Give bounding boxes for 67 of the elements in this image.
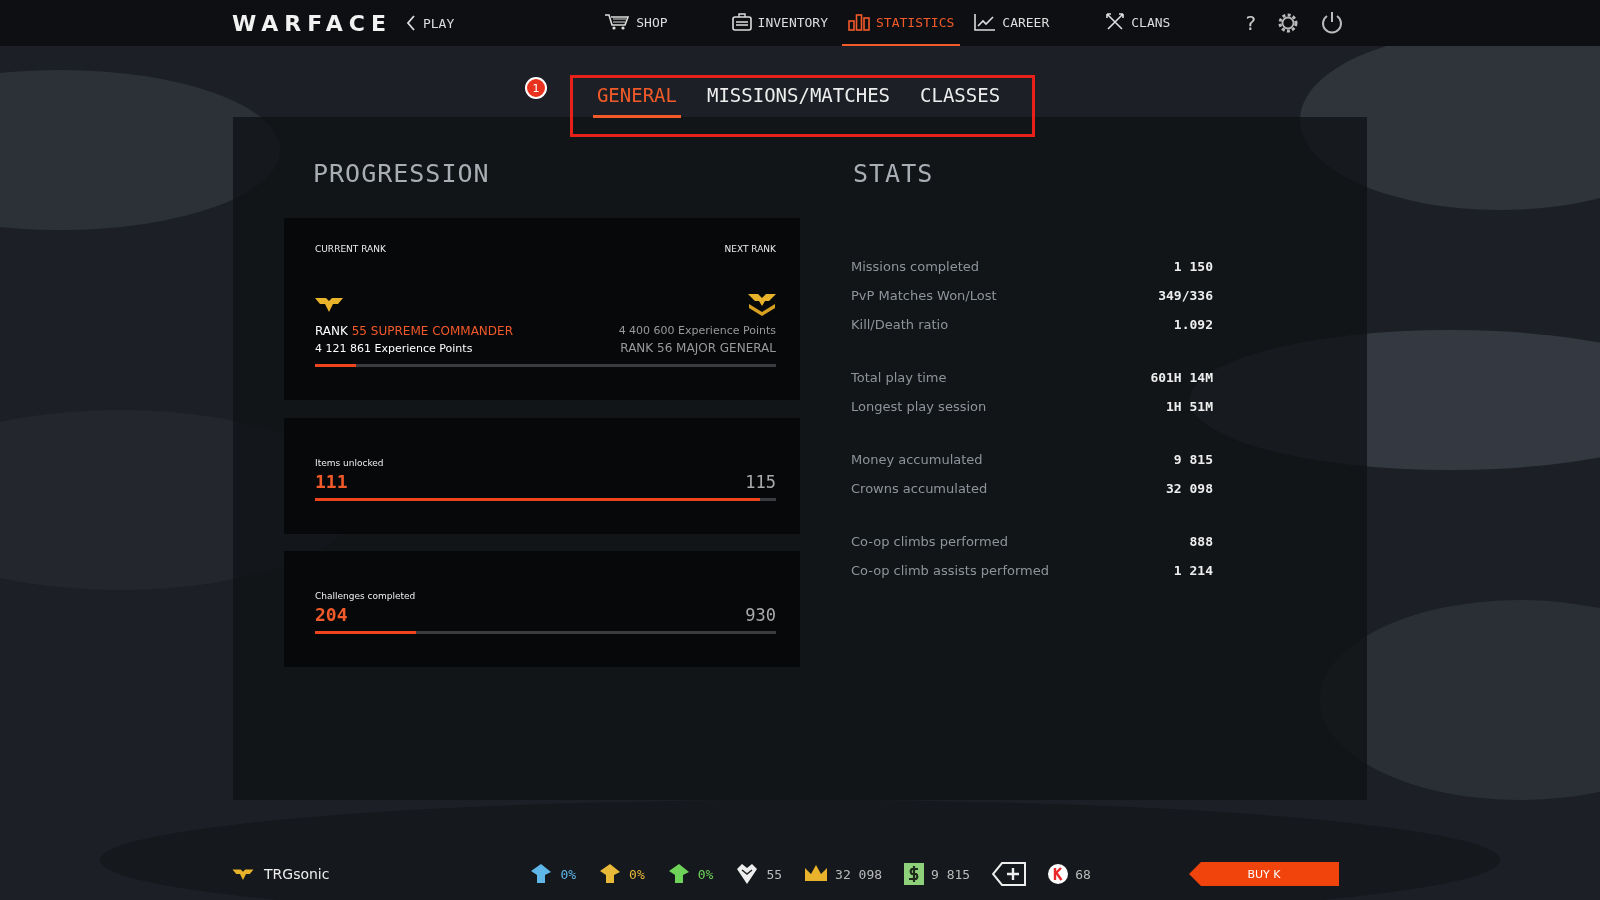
- nav-tab[interactable]: STATISTICS: [842, 0, 961, 46]
- stat-value: 1 214: [1173, 563, 1213, 578]
- status-value: 55: [766, 866, 783, 882]
- stat-label: Kill/Death ratio: [851, 317, 949, 332]
- add-currency-icon[interactable]: [992, 862, 1027, 886]
- crowns-value: 32 098: [835, 866, 883, 882]
- next-rank: RANK 56 MAJOR GENERAL: [620, 341, 776, 355]
- player-name: TRGsonic: [264, 866, 330, 882]
- buy-button[interactable]: BUY K: [1189, 862, 1339, 886]
- counter-value: 204: [315, 604, 348, 625]
- stat-label: Co-op climb assists performed: [851, 563, 1049, 578]
- cart-icon: [604, 13, 631, 31]
- stat-label: Total play time: [851, 370, 947, 385]
- stat-label: Crowns accumulated: [851, 481, 988, 496]
- rank-insignia-icon: [748, 292, 776, 316]
- help-button[interactable]: ?: [1245, 11, 1256, 35]
- counter-label: Items unlocked: [315, 458, 385, 468]
- booster-value: 0%: [560, 866, 577, 882]
- section-title: STATS: [853, 159, 935, 188]
- counter-total: 115: [745, 471, 776, 492]
- counter-label: Challenges completed: [315, 591, 417, 601]
- next-rank-experience: 4 400 600 Experience Points: [618, 324, 776, 337]
- section-title: PROGRESSION: [313, 159, 491, 188]
- stat-value: 1 150: [1173, 259, 1213, 274]
- bar-chart-icon: [848, 13, 871, 31]
- money-value: 9 815: [931, 866, 971, 882]
- stat-label: Missions completed: [851, 259, 980, 274]
- stat-label: PvP Matches Won/Lost: [851, 288, 997, 303]
- next-rank-label: NEXT RANK: [724, 244, 776, 254]
- nav-tab[interactable]: CAREER: [968, 0, 1056, 46]
- back-chevron-icon: [405, 15, 415, 31]
- power-icon[interactable]: [1320, 11, 1344, 35]
- stat-label: Money accumulated: [851, 452, 983, 467]
- crown-icon: [804, 864, 829, 884]
- stat-label: Longest play session: [851, 399, 987, 414]
- rank-insignia-icon: [315, 296, 343, 312]
- nav-tab[interactable]: SHOP: [598, 0, 674, 46]
- crossed-swords-icon: [1105, 13, 1126, 31]
- kredits-coin-icon: [1048, 864, 1069, 884]
- rank-insignia-icon: [232, 868, 254, 880]
- logo[interactable]: WARFACE: [232, 10, 392, 36]
- briefcase-icon: [731, 13, 752, 31]
- booster-value: 0%: [629, 866, 645, 882]
- stat-value: 32 098: [1166, 481, 1213, 496]
- play-back-button[interactable]: PLAY: [401, 15, 459, 31]
- current-rank: RANK 55 SUPREME COMMANDER: [315, 324, 513, 338]
- current-experience: 4 121 861 Experience Points: [315, 342, 474, 355]
- stat-value: 349/336: [1158, 288, 1213, 303]
- stat-value: 888: [1189, 534, 1213, 549]
- dollar-icon: [904, 863, 925, 885]
- stat-value: 1H 51M: [1166, 399, 1213, 414]
- stat-value: 1.092: [1173, 317, 1213, 332]
- tab[interactable]: MISSIONS/MATCHES: [703, 78, 894, 118]
- kredits-value: 68: [1075, 866, 1091, 882]
- heart-shield-icon: [735, 863, 760, 885]
- stat-label: Co-op climbs performed: [851, 534, 1008, 549]
- line-chart-icon: [974, 13, 997, 31]
- current-rank-label: CURRENT RANK: [315, 244, 386, 254]
- counter-total: 930: [745, 604, 776, 625]
- nav-tab[interactable]: CLANS: [1099, 0, 1177, 46]
- settings-icon[interactable]: [1276, 11, 1300, 35]
- counter-value: 111: [315, 471, 348, 492]
- tab[interactable]: CLASSES: [916, 78, 1005, 118]
- booster-value: 0%: [697, 866, 714, 882]
- stat-value: 9 815: [1173, 452, 1213, 467]
- stat-value: 601H 14M: [1150, 370, 1213, 385]
- nav-tab[interactable]: INVENTORY: [725, 0, 835, 46]
